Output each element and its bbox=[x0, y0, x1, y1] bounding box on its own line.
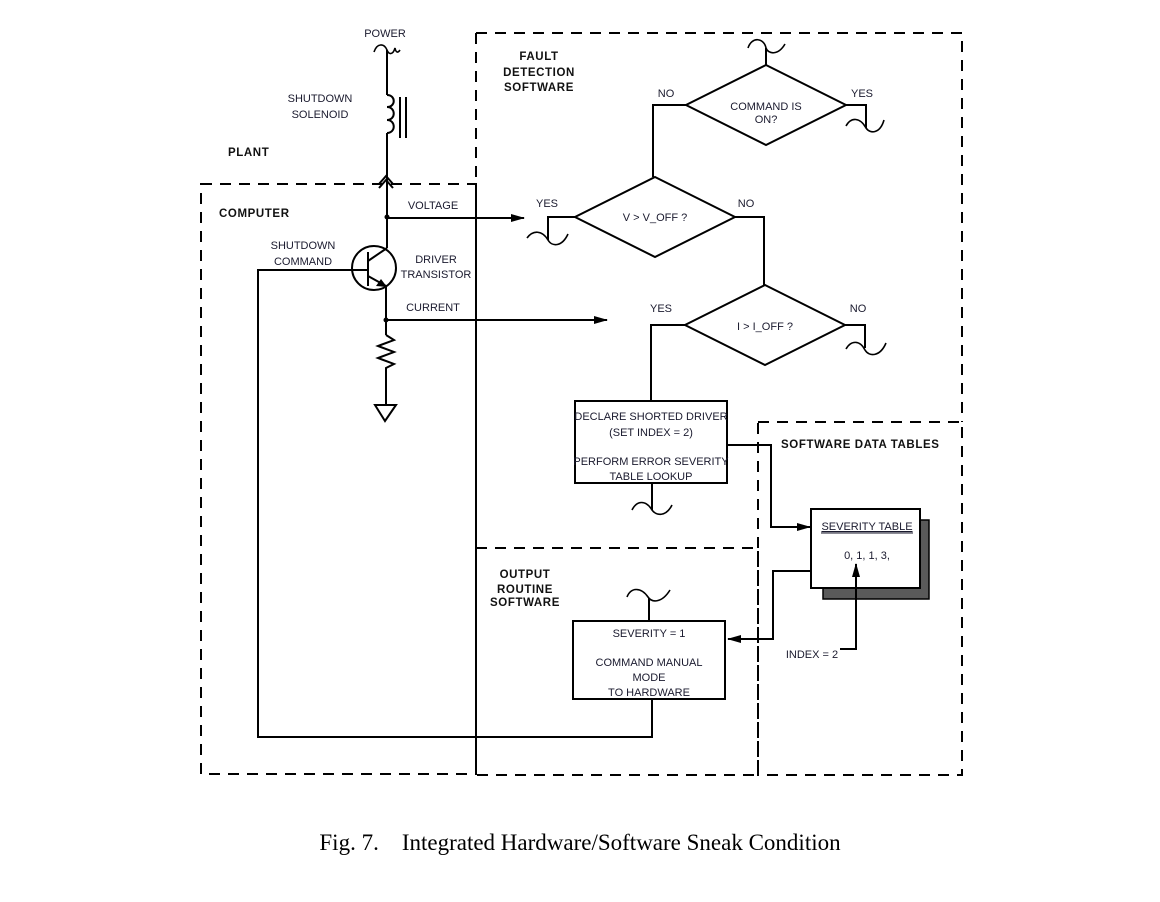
driver-transistor-label-1: DRIVER bbox=[415, 254, 457, 266]
solenoid-label-1: SHUTDOWN bbox=[288, 93, 353, 105]
command-on-no-wire bbox=[652, 104, 686, 177]
driver-transistor-label-2: TRANSISTOR bbox=[401, 269, 472, 281]
driver-transistor-icon bbox=[351, 245, 397, 291]
declare-box-line-1: DECLARE SHORTED DRIVER bbox=[574, 411, 727, 423]
caption-gap bbox=[379, 830, 402, 855]
decision-voltage-text: V > V_OFF ? bbox=[623, 212, 688, 224]
lookup-arrow bbox=[727, 444, 811, 531]
output-box-line-4: TO HARDWARE bbox=[608, 687, 690, 699]
declare-box-line-4: TABLE LOOKUP bbox=[610, 471, 693, 483]
voltage-no-wire bbox=[735, 216, 765, 285]
fault-detection-flowchart: COMMAND IS ON? NO YES V > V_OFF ? YES NO… bbox=[526, 38, 887, 531]
data-tables-label: SOFTWARE DATA TABLES bbox=[781, 439, 940, 451]
solenoid-label-2: SOLENOID bbox=[292, 109, 349, 121]
figure-number: Fig. 7. bbox=[319, 830, 379, 855]
resistor-icon bbox=[375, 334, 397, 404]
severity-table-values: 0, 1, 1, 3, bbox=[844, 550, 890, 562]
declare-box-line-2: (SET INDEX = 2) bbox=[609, 427, 693, 439]
computer-label: COMPUTER bbox=[219, 208, 290, 220]
decision-voltage-yes-label: YES bbox=[536, 198, 558, 210]
figure-title: Integrated Hardware/Software Sneak Condi… bbox=[401, 830, 841, 855]
shutdown-command-label-2: COMMAND bbox=[274, 256, 332, 268]
output-routine-label-1: OUTPUT bbox=[500, 569, 551, 581]
output-routine-label-3: SOFTWARE bbox=[490, 597, 560, 609]
sneak-condition-diagram: PLANT COMPUTER FAULT DETECTION SOFTWARE … bbox=[200, 28, 963, 776]
fault-detection-label-2: DETECTION bbox=[503, 67, 575, 79]
decision-command-on-no-label: NO bbox=[658, 88, 675, 100]
voltage-yes-wire bbox=[547, 216, 575, 240]
severity-table-title: SEVERITY TABLE bbox=[821, 521, 912, 533]
figure-caption: Fig. 7. Integrated Hardware/Software Sne… bbox=[0, 830, 1160, 856]
power-label: POWER bbox=[364, 28, 406, 40]
voltage-label: VOLTAGE bbox=[408, 200, 458, 212]
declare-box-line-3: PERFORM ERROR SEVERITY bbox=[573, 456, 729, 468]
decision-command-on-text-1: COMMAND IS bbox=[730, 101, 802, 113]
solenoid-coil-icon bbox=[386, 94, 395, 134]
output-routine: SEVERITY = 1 COMMAND MANUAL MODE TO HARD… bbox=[572, 588, 726, 700]
output-box-line-1: SEVERITY = 1 bbox=[613, 628, 686, 640]
output-box-line-2: COMMAND MANUAL bbox=[596, 657, 703, 669]
decision-command-on-text-2: ON? bbox=[755, 114, 778, 126]
decision-current-text: I > I_OFF ? bbox=[737, 321, 793, 333]
fault-detection-label-3: SOFTWARE bbox=[504, 82, 574, 94]
decision-current-yes-label: YES bbox=[650, 303, 672, 315]
output-routine-label-2: ROUTINE bbox=[497, 584, 553, 596]
decision-command-on-yes-label: YES bbox=[851, 88, 873, 100]
plant-label: PLANT bbox=[228, 147, 269, 159]
fault-detection-label-1: FAULT bbox=[519, 51, 558, 63]
index-label: INDEX = 2 bbox=[786, 649, 838, 661]
severity-result-arrow bbox=[727, 570, 811, 643]
decision-voltage-no-label: NO bbox=[738, 198, 755, 210]
ground-icon bbox=[373, 404, 398, 423]
output-box-line-3: MODE bbox=[633, 672, 666, 684]
current-yes-wire bbox=[650, 324, 685, 401]
current-label: CURRENT bbox=[406, 302, 460, 314]
decision-current-no-label: NO bbox=[850, 303, 867, 315]
shutdown-command-label-1: SHUTDOWN bbox=[271, 240, 336, 252]
